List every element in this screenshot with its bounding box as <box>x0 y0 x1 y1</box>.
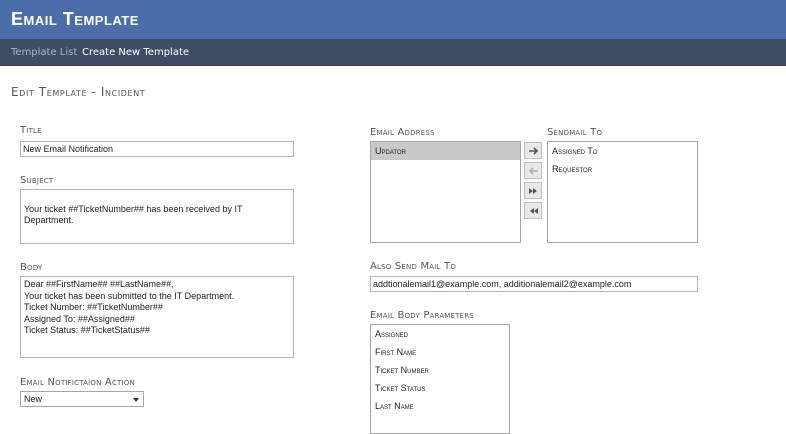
param-first-name[interactable]: First Name <box>371 343 509 361</box>
page-title: Edit Template - Incident <box>11 85 146 99</box>
body-line: Ticket Status: ##TicketStatus## <box>24 325 150 335</box>
nav-bar: Template List Create New Template <box>0 39 786 66</box>
list-item-assigned-to[interactable]: Assigned To <box>548 142 697 160</box>
chevron-down-icon <box>133 398 139 402</box>
param-last-name[interactable]: Last Name <box>371 397 509 415</box>
app-title: Email Template <box>11 9 139 29</box>
move-all-right-button[interactable] <box>524 182 542 199</box>
body-line: Your ticket has been submitted to the IT… <box>24 290 235 301</box>
move-left-button[interactable] <box>524 162 542 179</box>
body-line: Ticket Number: ##TicketNumber## <box>24 302 163 312</box>
body-label: Body <box>20 262 43 273</box>
arrow-right-icon <box>529 147 539 155</box>
params-label: Email Body Parameters <box>370 310 474 321</box>
double-arrow-left-icon <box>530 208 538 214</box>
subject-textarea[interactable]: Your ticket ##TicketNumber## has been re… <box>20 189 294 244</box>
nav-link-create-new-template[interactable]: Create New Template <box>82 47 189 58</box>
email-address-listbox[interactable]: Updator <box>370 141 521 243</box>
action-label: Email Notifictaion Action <box>20 377 135 388</box>
param-ticket-status[interactable]: Ticket Status <box>371 379 509 397</box>
app-header: Email Template <box>0 0 786 39</box>
move-all-left-button[interactable] <box>524 202 542 219</box>
subject-label: Subject <box>20 175 54 186</box>
double-arrow-right-icon <box>529 188 537 194</box>
param-ticket-number[interactable]: Ticket Number <box>371 361 509 379</box>
sendmail-to-label: Sendmail To <box>547 127 603 138</box>
list-item-updator[interactable]: Updator <box>371 142 520 160</box>
action-select[interactable]: New <box>20 391 144 407</box>
email-address-label: Email Address <box>370 127 435 138</box>
move-right-button[interactable] <box>524 142 542 159</box>
list-item-requestor[interactable]: Requestor <box>548 160 697 178</box>
nav-link-template-list[interactable]: Template List <box>11 47 77 58</box>
param-assigned[interactable]: Assigned <box>371 325 509 343</box>
action-select-value: New <box>24 394 43 404</box>
params-listbox[interactable]: Assigned First Name Ticket Number Ticket… <box>370 324 510 434</box>
arrow-left-icon <box>528 167 538 175</box>
also-send-label: Also Send Mail To <box>370 261 457 272</box>
body-line: Dear ##FirstName## ##LastName##, <box>24 279 174 289</box>
title-label: Title <box>20 125 42 136</box>
also-send-input[interactable]: addtionalemail1@example.com, additionale… <box>370 276 698 292</box>
title-input[interactable]: New Email Notification <box>20 141 294 157</box>
body-line: Assigned To: ##Assigned## <box>24 313 135 324</box>
subject-text: Your ticket ##TicketNumber## has been re… <box>24 203 243 226</box>
body-textarea[interactable]: Dear ##FirstName## ##LastName##, Your ti… <box>20 276 294 358</box>
sendmail-to-listbox[interactable]: Assigned To Requestor <box>547 141 698 243</box>
